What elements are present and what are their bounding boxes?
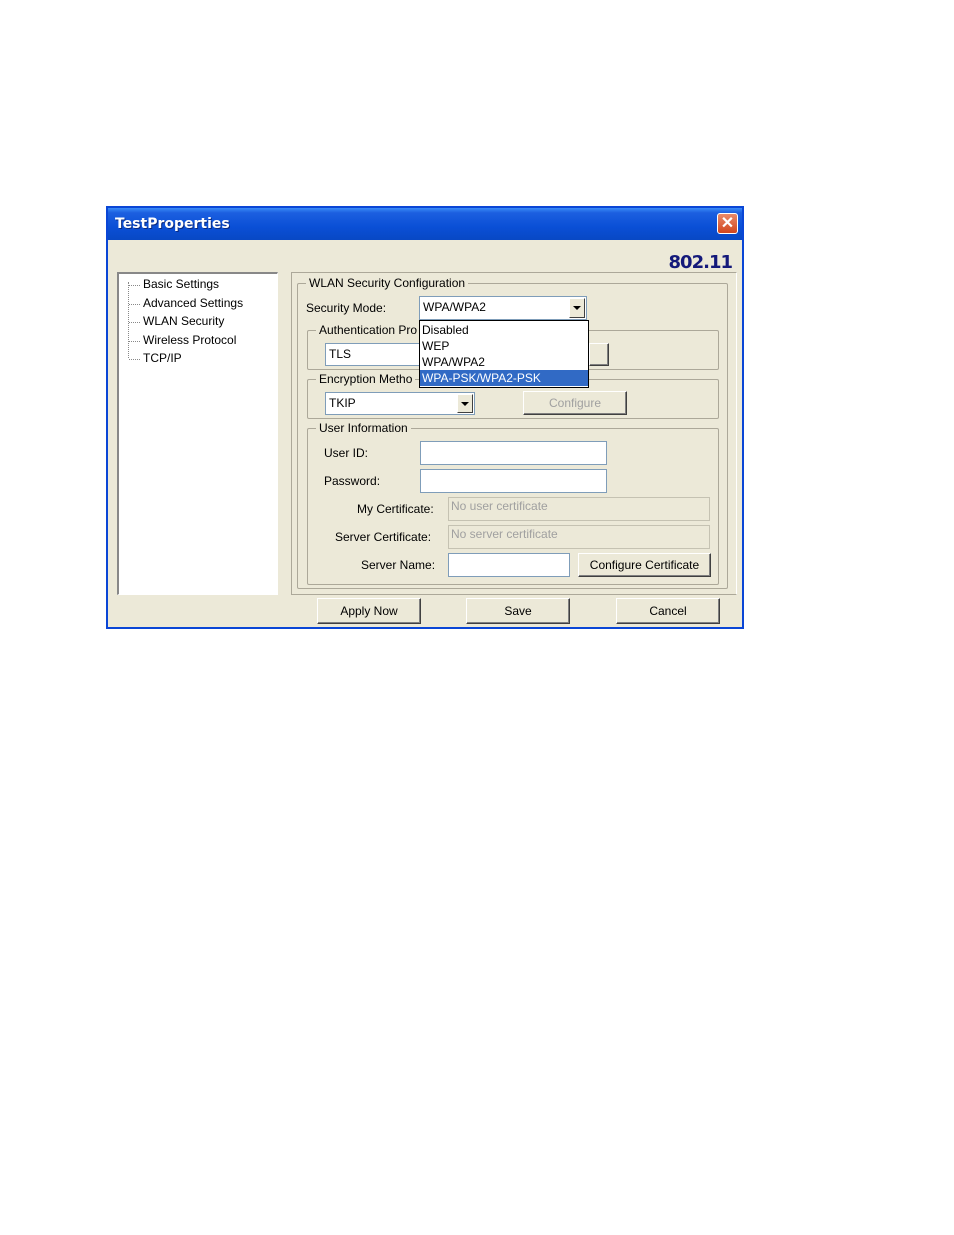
apply-now-button[interactable]: Apply Now bbox=[317, 598, 421, 624]
tree-connector bbox=[129, 359, 140, 360]
password-field[interactable] bbox=[420, 469, 607, 493]
window-title: TestProperties bbox=[115, 216, 230, 232]
security-mode-select[interactable]: WPA/WPA2 bbox=[419, 296, 587, 320]
tree-item-wlan-security[interactable]: WLAN Security bbox=[143, 314, 224, 328]
tree-connector bbox=[128, 282, 130, 358]
server-name-label: Server Name: bbox=[361, 558, 436, 572]
dropdown-option-wpa-wpa2[interactable]: WPA/WPA2 bbox=[420, 354, 588, 370]
chevron-down-icon[interactable] bbox=[569, 298, 585, 318]
encryption-group-label: Encryption Metho bbox=[316, 372, 416, 386]
settings-tree: Basic Settings Advanced Settings WLAN Se… bbox=[117, 272, 278, 595]
encryption-select[interactable]: TKIP bbox=[325, 392, 475, 415]
authentication-configure-button[interactable] bbox=[589, 343, 609, 366]
tree-item-tcpip[interactable]: TCP/IP bbox=[143, 351, 182, 365]
authentication-value: TLS bbox=[329, 347, 352, 361]
user-id-label: User ID: bbox=[324, 446, 369, 460]
tree-item-wireless-protocol[interactable]: Wireless Protocol bbox=[143, 333, 236, 347]
server-certificate-field: No server certificate bbox=[448, 525, 710, 549]
configure-certificate-button[interactable]: Configure Certificate bbox=[578, 553, 711, 577]
dropdown-option-wpa-psk-wpa2-psk[interactable]: WPA-PSK/WPA2-PSK bbox=[420, 370, 588, 386]
security-mode-dropdown: Disabled WEP WPA/WPA2 WPA-PSK/WPA2-PSK bbox=[419, 320, 589, 388]
encryption-configure-button[interactable]: Configure bbox=[523, 391, 627, 415]
user-id-field[interactable] bbox=[420, 441, 607, 465]
dropdown-option-wep[interactable]: WEP bbox=[420, 338, 588, 354]
security-mode-value: WPA/WPA2 bbox=[423, 300, 486, 314]
save-button[interactable]: Save bbox=[466, 598, 570, 624]
tree-connector bbox=[129, 304, 140, 305]
wlan-security-group-label: WLAN Security Configuration bbox=[306, 276, 469, 290]
dropdown-option-disabled[interactable]: Disabled bbox=[420, 322, 588, 338]
password-label: Password: bbox=[324, 474, 381, 488]
brand-label: 802.11 bbox=[668, 252, 733, 273]
close-icon[interactable]: ✕ bbox=[717, 213, 738, 234]
tree-item-advanced-settings[interactable]: Advanced Settings bbox=[143, 296, 243, 310]
server-certificate-label: Server Certificate: bbox=[335, 530, 432, 544]
server-name-field[interactable] bbox=[448, 553, 570, 577]
authentication-group-label: Authentication Pro bbox=[316, 323, 421, 337]
tree-connector bbox=[129, 285, 140, 286]
my-certificate-label: My Certificate: bbox=[357, 502, 434, 516]
tree-connector bbox=[129, 322, 140, 323]
encryption-value: TKIP bbox=[329, 396, 356, 410]
properties-window: TestProperties ✕ 802.11 Basic Settings A… bbox=[106, 206, 744, 629]
security-mode-label: Security Mode: bbox=[306, 301, 387, 315]
chevron-down-icon[interactable] bbox=[457, 394, 473, 413]
tree-item-basic-settings[interactable]: Basic Settings bbox=[143, 277, 219, 291]
my-certificate-field: No user certificate bbox=[448, 497, 710, 521]
user-information-group-label: User Information bbox=[316, 421, 411, 435]
cancel-button[interactable]: Cancel bbox=[616, 598, 720, 624]
title-bar[interactable]: TestProperties ✕ bbox=[108, 208, 742, 240]
tree-connector bbox=[129, 341, 140, 342]
